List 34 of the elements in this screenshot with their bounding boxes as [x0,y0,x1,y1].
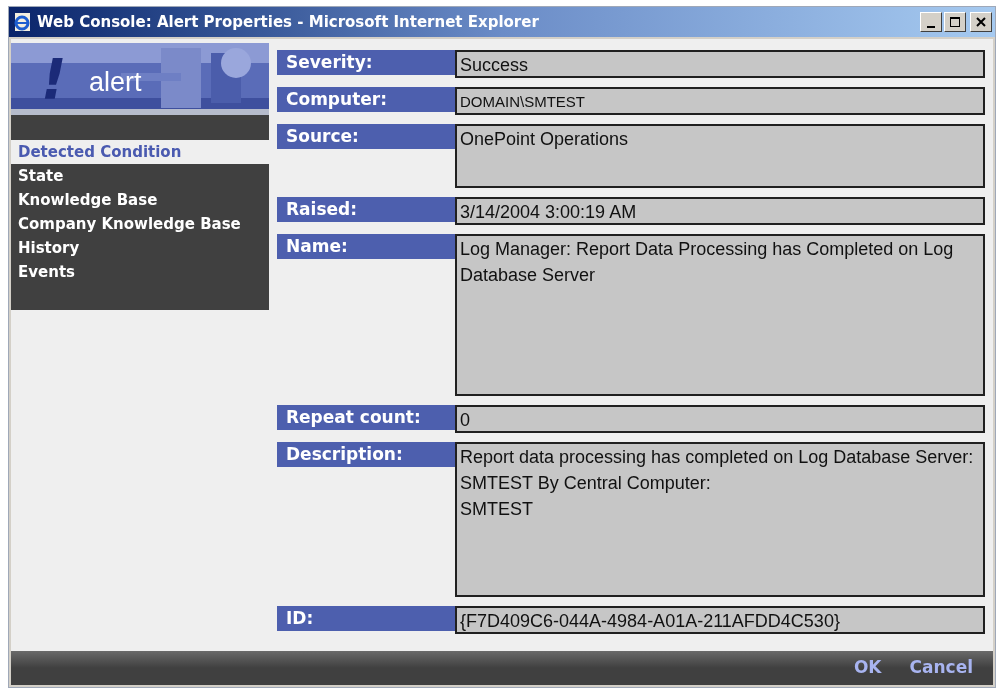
sidebar-item[interactable]: State [11,164,269,188]
value-field[interactable]: Log Manager: Report Data Processing has Completed on Log Database Server [455,234,985,396]
field-label: Source: [277,124,455,149]
field-label: Repeat count: [277,405,455,430]
maximize-button[interactable] [944,12,966,32]
sidebar-item[interactable]: Detected Condition [11,140,269,164]
value-field[interactable]: Report data processing has completed on Log Database Server: SMTEST By Central Computer: SMTEST [455,442,985,597]
value-field[interactable]: 0 [455,405,985,433]
field-label: ID: [277,606,455,631]
browser-icon [12,12,32,32]
dialog-link[interactable]: OK [853,655,882,681]
field-label: Computer: [277,87,455,112]
value-field[interactable]: {F7D409C6-044A-4984-A01A-211AFDD4C530} [455,606,985,634]
minimize-button[interactable] [920,12,942,32]
close-icon [976,17,986,27]
maximize-icon [950,17,960,27]
value-field[interactable]: OnePoint Operations [455,124,985,188]
sidebar-item[interactable]: Company Knowledge Base [11,212,269,236]
logo-mark: ! [41,51,67,107]
dialog-link[interactable]: Cancel [909,655,973,681]
sidebar-item[interactable]: Events [11,260,269,284]
sidebar-item[interactable]: Knowledge Base [11,188,269,212]
close-button[interactable] [970,12,992,32]
field-label: Raised: [277,197,455,222]
value-field[interactable]: DOMAIN\SMTEST [455,87,985,115]
field-label: Description: [277,442,455,467]
value-field[interactable]: Success [455,50,985,78]
value-field[interactable]: 3/14/2004 3:00:19 AM [455,197,985,225]
field-label: Severity: [277,50,455,75]
sidebar-item[interactable]: History [11,236,269,260]
window-title: Web Console: Alert Properties - Microsoft Internet Explorer [37,11,539,33]
minimize-icon [927,26,935,28]
field-label: Name: [277,234,455,259]
logo-text: alert [89,69,142,96]
